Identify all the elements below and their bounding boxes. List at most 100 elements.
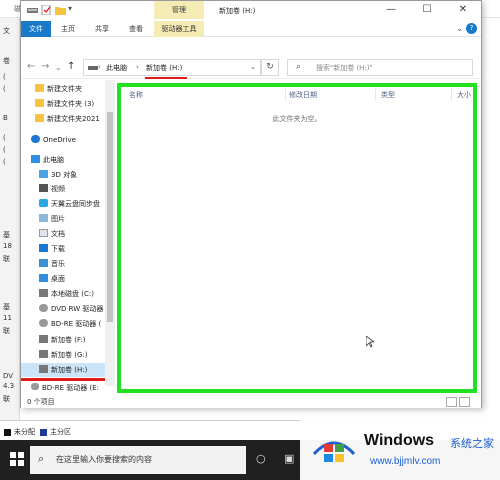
column-header-modified[interactable]: 修改日期	[289, 90, 317, 100]
highlight-bar	[21, 378, 105, 381]
nav-item[interactable]: 新建文件夹2021	[35, 112, 100, 126]
explorer-titlebar[interactable]: ▾ 管理 新加卷 (H:) — ☐ ✕	[21, 1, 481, 21]
windows-logo-icon	[312, 441, 356, 462]
bd-icon	[39, 319, 48, 327]
document-icon	[39, 229, 48, 237]
nav-item[interactable]: 音乐	[39, 257, 65, 271]
file-list-pane[interactable]: 名称 修改日期 类型 大小 此文件夹为空。	[117, 83, 477, 393]
nav-item-label: BD-RE 驱动器 (E:	[42, 384, 99, 392]
desktop-icon	[39, 274, 48, 282]
large-icons-view-icon[interactable]	[459, 397, 470, 407]
cloud-icon	[31, 135, 40, 143]
column-divider[interactable]	[375, 89, 376, 101]
nav-item-label: 此电脑	[43, 156, 64, 164]
breadcrumb-sep: ›	[136, 63, 139, 71]
nav-item[interactable]: 新建文件夹	[35, 82, 82, 96]
picture-icon	[39, 214, 48, 222]
tab-share[interactable]: 共享	[87, 21, 117, 37]
nav-item-label: OneDrive	[43, 136, 76, 144]
nav-item[interactable]: 视频	[39, 182, 65, 196]
help-icon[interactable]: ?	[466, 23, 477, 34]
details-view-icon[interactable]	[446, 397, 457, 407]
tab-file[interactable]: 文件	[21, 21, 51, 37]
close-button[interactable]: ✕	[449, 1, 477, 19]
nav-item[interactable]: BD-RE 驱动器 (	[39, 317, 101, 331]
tab-drive-tools[interactable]: 驱动器工具	[154, 21, 204, 37]
nav-item[interactable]: 桌面	[39, 272, 65, 286]
legend-unallocated-swatch	[4, 429, 11, 436]
forward-arrow-icon[interactable]: →	[41, 61, 49, 72]
disk-mgmt-fragment: 18	[3, 242, 12, 250]
mouse-cursor-icon	[366, 336, 374, 348]
music-icon	[39, 259, 48, 267]
nav-item[interactable]: 天翼云盘同步盘	[39, 197, 100, 211]
column-divider[interactable]	[285, 89, 286, 101]
nav-item-label: 新建文件夹2021	[47, 115, 100, 123]
nav-item-this-pc[interactable]: 此电脑	[31, 153, 64, 167]
scrollbar-thumb[interactable]	[107, 112, 113, 322]
nav-item[interactable]: 下载	[39, 242, 65, 256]
recent-dropdown-icon[interactable]: ⌄	[55, 63, 62, 72]
cube-icon	[39, 170, 48, 178]
search-icon: ⌕	[38, 452, 45, 465]
folder-icon	[35, 99, 44, 107]
windows-start-icon[interactable]	[10, 452, 24, 466]
column-header-type[interactable]: 类型	[381, 90, 395, 100]
up-arrow-icon[interactable]: ↑	[67, 61, 75, 72]
status-bar: 0 个项目	[21, 397, 481, 408]
column-divider[interactable]	[451, 89, 452, 101]
task-view-icon[interactable]: ○	[256, 452, 266, 465]
nav-item-selected[interactable]: 新加卷 (H:)	[21, 363, 105, 377]
search-box[interactable]: ⌕ 搜索"新加卷 (H:)"	[287, 59, 473, 76]
column-header-size[interactable]: 大小	[457, 90, 471, 100]
nav-item[interactable]: DVD RW 驱动器	[39, 302, 103, 316]
maximize-button[interactable]: ☐	[413, 1, 441, 19]
properties-icon[interactable]	[41, 5, 52, 15]
nav-item[interactable]: 文档	[39, 227, 65, 241]
nav-item[interactable]: 本地磁盘 (C:)	[39, 287, 94, 301]
app-icon[interactable]: ▣	[284, 452, 294, 465]
new-folder-icon[interactable]	[55, 5, 66, 15]
back-arrow-icon[interactable]: ←	[27, 61, 35, 72]
nav-item-label: BD-RE 驱动器 (	[51, 320, 102, 328]
watermark-subtitle: 系统之家	[450, 437, 494, 450]
address-field[interactable]: › 此电脑 › 新加卷 (H:) ⌄	[83, 59, 261, 76]
ribbon-expand-icon[interactable]: ⌄	[456, 24, 463, 33]
nav-item[interactable]: 图片	[39, 212, 65, 226]
disk-mgmt-fragment: 联	[3, 395, 10, 403]
refresh-icon[interactable]: ↻	[261, 59, 279, 76]
taskbar-search[interactable]: ⌕ 在这里输入你要搜索的内容	[30, 446, 246, 474]
minimize-button[interactable]: —	[377, 1, 405, 19]
breadcrumb-drive[interactable]: 新加卷 (H:)	[146, 63, 182, 73]
breadcrumb-this-pc[interactable]: 此电脑	[106, 63, 127, 73]
bd-icon	[31, 383, 39, 390]
nav-item-label: DVD RW 驱动器	[51, 305, 104, 313]
taskbar-search-placeholder: 在这里输入你要搜索的内容	[56, 455, 152, 464]
item-count: 0 个项目	[27, 398, 55, 406]
nav-scrollbar[interactable]	[105, 80, 115, 386]
tab-home[interactable]: 主页	[53, 21, 83, 37]
column-header-name[interactable]: 名称	[129, 90, 143, 100]
nav-item-onedrive[interactable]: OneDrive	[31, 133, 76, 147]
nav-item-label: 视频	[51, 185, 65, 193]
download-icon	[39, 244, 48, 252]
nav-item-label: 新加卷 (H:)	[51, 366, 88, 374]
nav-item-label: 音乐	[51, 260, 65, 268]
manage-tab[interactable]: 管理	[154, 1, 204, 19]
ribbon-tabs: 文件 主页 共享 查看 驱动器工具 ⌄ ?	[21, 21, 481, 37]
nav-item[interactable]: 3D 对象	[39, 168, 77, 182]
address-bar-row: ← → ⌄ ↑ › 此电脑 › 新加卷 (H:) ⌄ ↻ ⌕ 搜索"新加卷 (H…	[21, 57, 481, 79]
nav-item-bd-re-e[interactable]: BD-RE 驱动器 (E:	[31, 383, 99, 393]
disk-mgmt-fragment: (	[3, 158, 6, 166]
nav-item[interactable]: 新建文件夹 (3)	[35, 97, 94, 111]
disk-mgmt-left-strip: 文 卷 ( ( B ( ( ( 基 18 联 基 11 联 DV 4.3 联	[0, 18, 20, 428]
quick-access-chevron-icon[interactable]: ▾	[68, 4, 72, 13]
address-dropdown-icon[interactable]: ⌄	[250, 63, 256, 71]
nav-item[interactable]: 新加卷 (F:)	[39, 333, 86, 347]
watermark-title: Windows	[364, 432, 435, 449]
nav-item-label: 文档	[51, 230, 65, 238]
nav-item-label: 本地磁盘 (C:)	[51, 290, 94, 298]
legend-primary-swatch	[40, 429, 47, 436]
tab-view[interactable]: 查看	[121, 21, 151, 37]
nav-item[interactable]: 新加卷 (G:)	[39, 348, 87, 362]
